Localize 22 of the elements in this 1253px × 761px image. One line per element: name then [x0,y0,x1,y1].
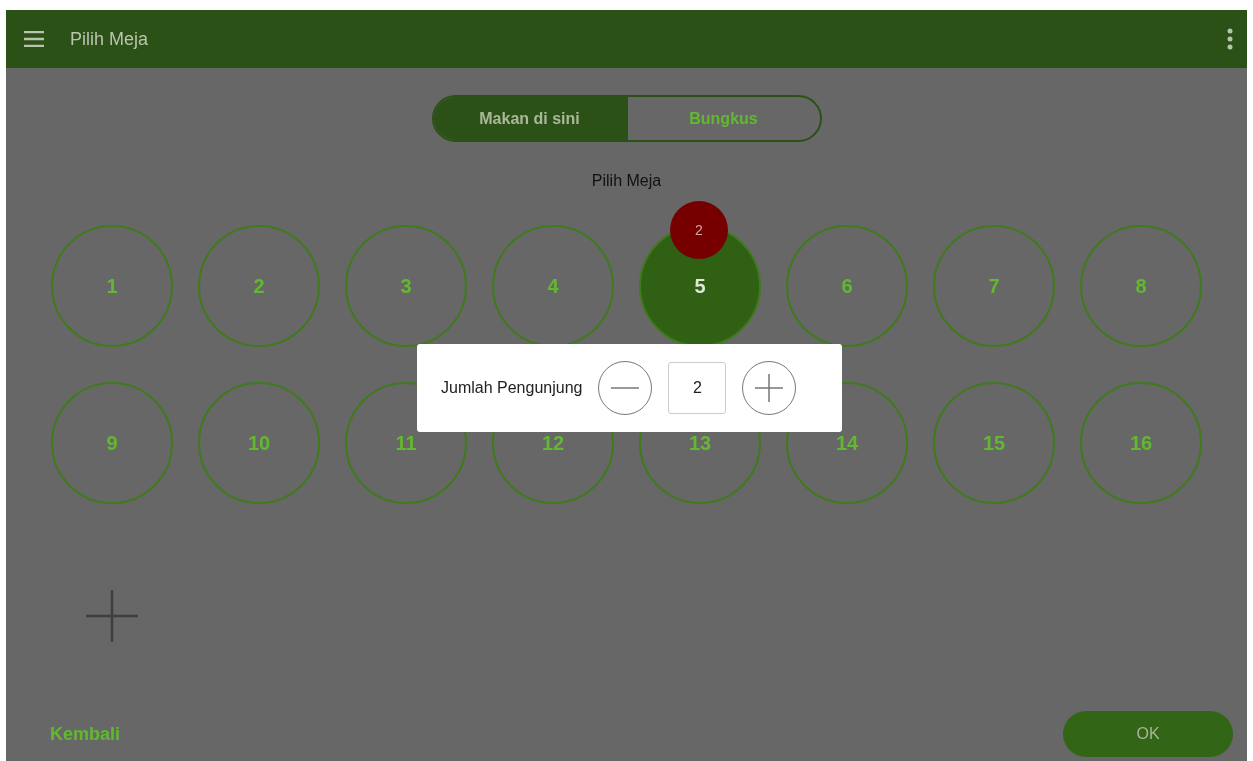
table-button[interactable]: 10 [198,382,320,504]
order-type-tab[interactable]: Makan di sini [433,97,626,140]
order-type-tab[interactable]: Bungkus [625,97,820,140]
app-title: Pilih Meja [70,28,150,50]
table-button[interactable]: 15 [933,382,1055,504]
ok-button[interactable]: OK [1063,711,1233,757]
table-button[interactable]: 9 [51,382,173,504]
table-button[interactable]: 16 [1080,382,1202,504]
guest-count-field[interactable]: 2 [668,362,727,414]
decrement-button[interactable] [598,361,653,415]
table-button[interactable]: 7 [933,225,1055,347]
guest-count-badge: 2 [670,201,728,259]
increment-button[interactable] [742,361,797,415]
plus-icon [755,374,784,402]
back-link[interactable]: Kembali [50,723,121,745]
table-button[interactable]: 8 [1080,225,1202,347]
minus-icon [611,386,640,390]
section-heading: Pilih Meja [591,172,662,190]
table-button[interactable]: 1 [51,225,173,347]
table-button[interactable]: 2 [198,225,320,347]
menu-icon[interactable] [24,31,44,47]
more-icon[interactable] [1227,28,1233,50]
